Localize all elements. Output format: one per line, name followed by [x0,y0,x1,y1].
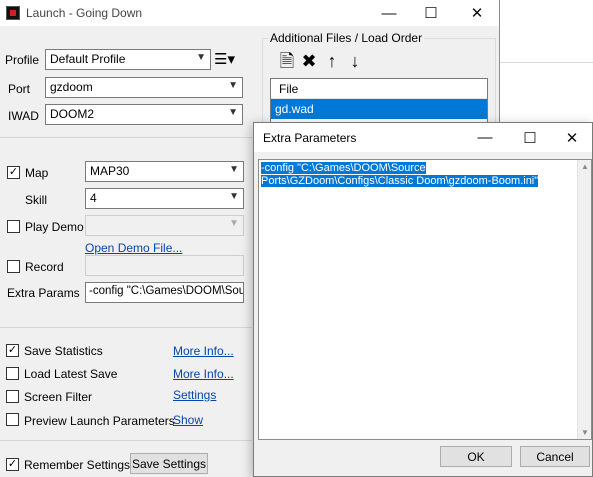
divider [0,327,252,328]
play-demo-checkbox[interactable] [7,220,20,233]
profile-menu-icon[interactable]: ☰▾ [214,50,242,70]
skill-dropdown[interactable]: 4 ▼ [85,188,244,209]
new-file-icon[interactable]: 🗎 [278,51,296,71]
load-latest-save-more-info-link[interactable]: More Info... [173,367,234,381]
open-demo-link[interactable]: Open Demo File... [85,241,182,255]
ok-button[interactable]: OK [440,446,512,467]
screen-filter-checkbox[interactable] [6,390,19,403]
maximize-button[interactable]: ☐ [412,0,450,26]
dialog-minimize-button[interactable]: — [464,123,506,152]
divider [0,440,252,441]
selected-text: -config "C:\Games\DOOM\Source Ports\GZDo… [261,162,561,188]
title-bar: Launch - Going Down — ☐ ✕ [0,0,499,26]
preview-launch-parameters-label: Preview Launch Parameters [24,414,175,428]
record-checkbox[interactable] [7,260,20,273]
save-statistics-more-info-link[interactable]: More Info... [173,344,234,358]
selection-highlight: -config "C:\Games\DOOM\Source Ports\GZDo… [261,162,539,187]
record-input[interactable] [85,255,244,276]
chevron-down-icon: ▼ [229,218,239,229]
dialog-title: Extra Parameters [263,131,357,145]
move-up-icon[interactable]: ↑ [323,51,341,71]
cancel-button[interactable]: Cancel [520,446,590,467]
iwad-value: DOOM2 [50,107,95,121]
scroll-up-icon[interactable]: ▲ [578,162,591,171]
port-dropdown[interactable]: gzdoom ▼ [45,77,243,98]
screen-filter-label: Screen Filter [24,390,93,404]
map-label: Map [25,166,49,180]
save-statistics-checkbox[interactable]: ✓ [6,344,19,357]
screen-filter-settings-link[interactable]: Settings [173,388,216,402]
chevron-down-icon: ▼ [228,80,238,91]
skill-label: Skill [25,193,48,207]
remember-settings-checkbox[interactable]: ✓ [6,458,19,471]
port-value: gzdoom [50,80,93,94]
additional-files-title: Additional Files / Load Order [268,31,425,45]
remove-file-icon[interactable]: ✖ [300,51,318,71]
profile-label: Profile [5,53,40,67]
load-latest-save-checkbox[interactable] [6,367,19,380]
dialog-close-button[interactable]: ✕ [551,123,593,152]
extra-parameters-textarea[interactable]: -config "C:\Games\DOOM\Source Ports\GZDo… [258,159,592,440]
preview-launch-parameters-checkbox[interactable] [6,413,19,426]
vertical-scrollbar[interactable]: ▲ ▼ [577,160,591,439]
app-icon [6,6,20,20]
map-value: MAP30 [90,164,130,178]
dialog-title-bar: Extra Parameters — ☐ ✕ [254,123,592,152]
skill-value: 4 [90,191,97,205]
extra-parameters-dialog: Extra Parameters — ☐ ✕ -config "C:\Games… [253,122,593,477]
move-down-icon[interactable]: ↓ [346,51,364,71]
preview-launch-parameters-show-link[interactable]: Show [173,413,203,427]
file-column-header[interactable]: File [271,79,487,99]
dialog-maximize-button[interactable]: ☐ [509,123,551,152]
divider [0,137,252,138]
close-button[interactable]: ✕ [458,0,496,26]
save-statistics-label: Save Statistics [24,344,103,358]
chevron-down-icon: ▼ [229,191,239,202]
iwad-label: IWAD [8,109,39,123]
record-label: Record [25,260,64,274]
map-dropdown[interactable]: MAP30 ▼ [85,161,244,182]
files-list[interactable]: File gd.wad [270,78,488,128]
profile-value: Default Profile [50,52,126,66]
extra-params-input[interactable]: -config "C:\Games\DOOM\Source Ports\GZDo… [85,282,244,303]
window-title: Launch - Going Down [26,6,143,20]
chevron-down-icon: ▼ [228,107,238,118]
chevron-down-icon: ▼ [229,164,239,175]
extra-params-label: Extra Params [7,286,80,300]
scroll-down-icon[interactable]: ▼ [578,428,591,437]
play-demo-label: Play Demo [25,220,84,234]
save-settings-button[interactable]: Save Settings [130,453,208,474]
load-latest-save-label: Load Latest Save [24,367,118,381]
chevron-down-icon: ▼ [196,52,206,63]
minimize-button[interactable]: — [370,0,408,26]
port-label: Port [8,82,31,96]
background-divider [500,62,593,63]
list-item[interactable]: gd.wad [271,99,487,119]
demo-dropdown[interactable]: ▼ [85,215,244,236]
map-checkbox[interactable]: ✓ [7,166,20,179]
iwad-dropdown[interactable]: DOOM2 ▼ [45,104,243,125]
profile-dropdown[interactable]: Default Profile ▼ [45,49,211,70]
remember-settings-label: Remember Settings [24,458,131,472]
